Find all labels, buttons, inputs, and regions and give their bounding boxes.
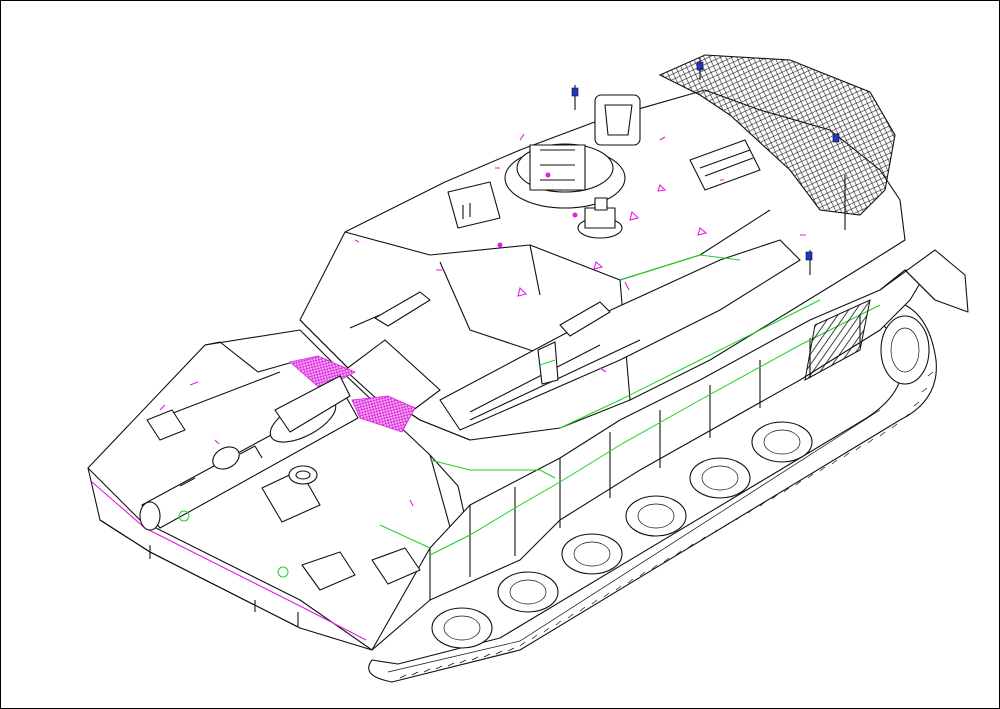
tank-line-drawing xyxy=(87,54,969,683)
turret xyxy=(299,54,906,441)
